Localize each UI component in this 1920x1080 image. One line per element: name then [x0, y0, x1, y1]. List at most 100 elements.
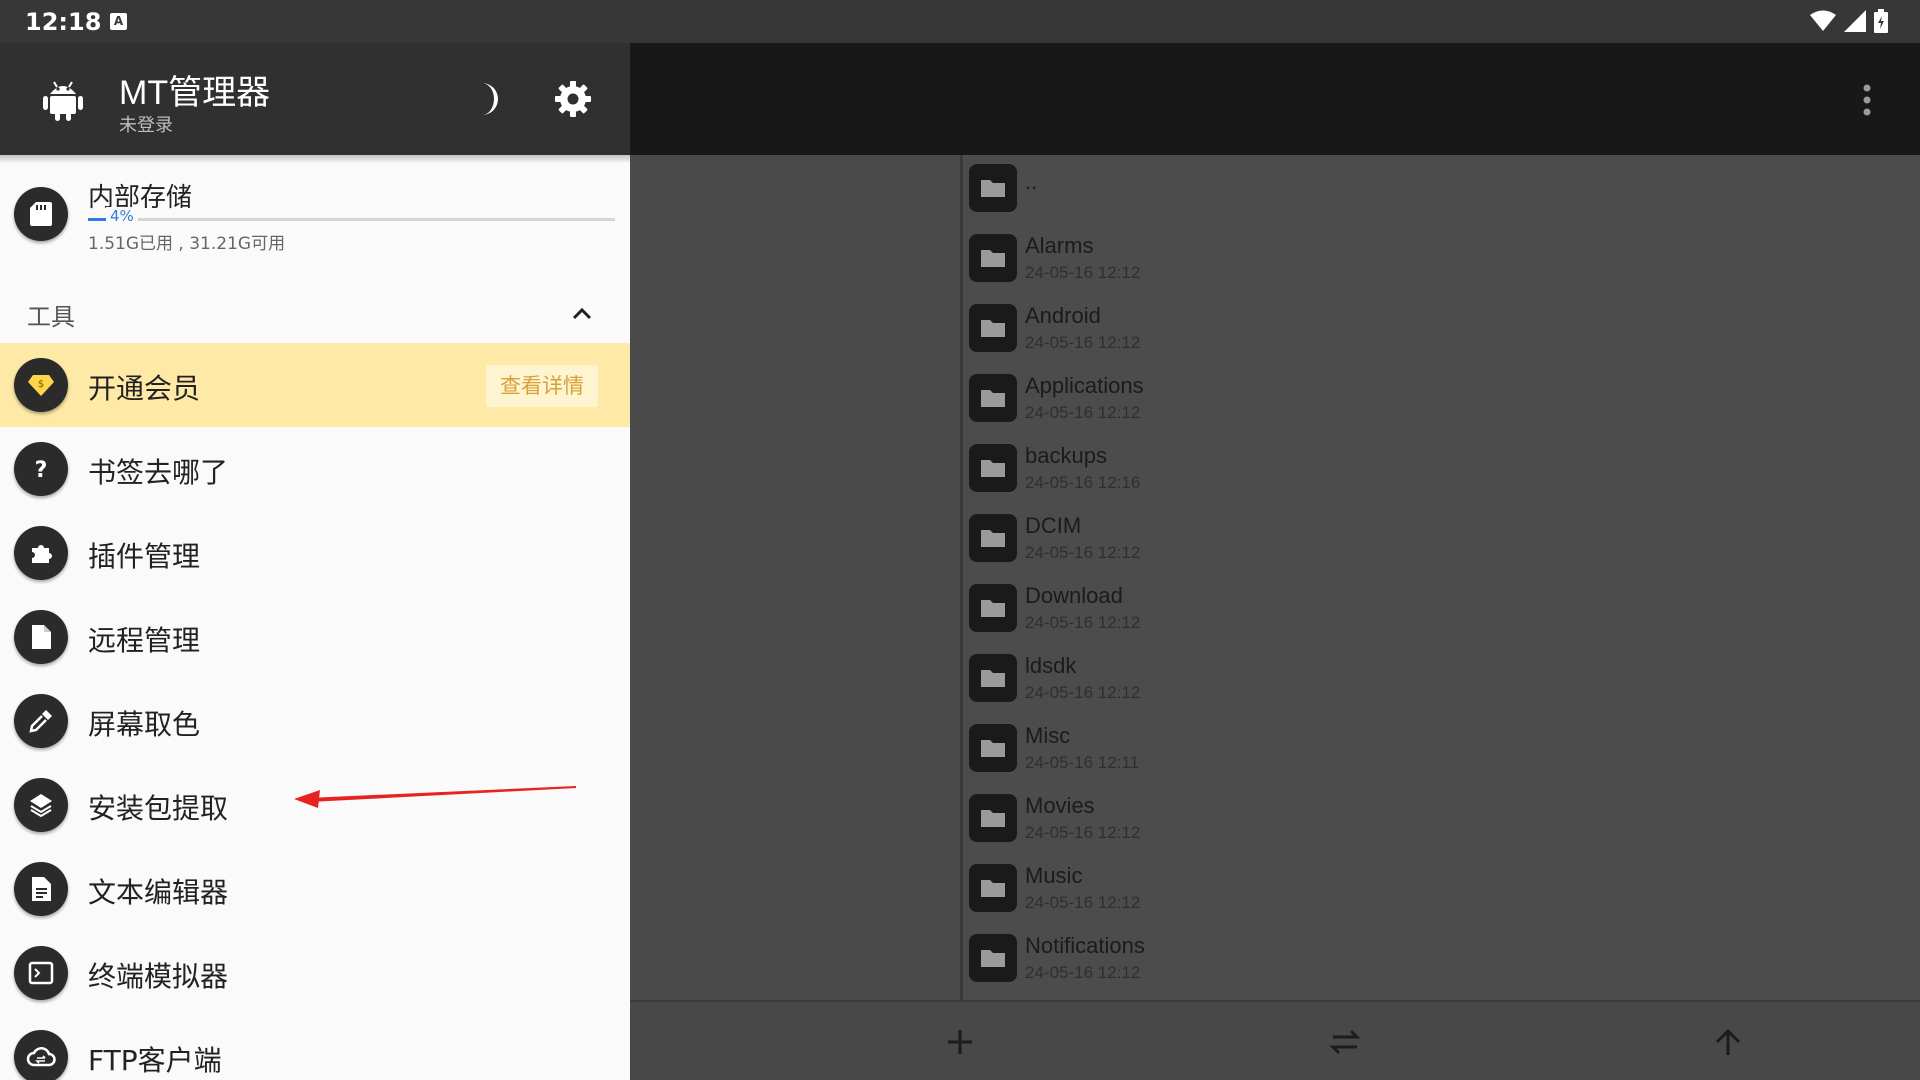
- file-name: Notifications: [1025, 933, 1145, 958]
- folder-icon: [969, 234, 1017, 282]
- file-name: ldsdk: [1025, 653, 1077, 678]
- main-app-bar: [630, 43, 1920, 155]
- notification-icon: A: [110, 13, 127, 30]
- file-name: Movies: [1025, 793, 1095, 818]
- menu-item[interactable]: 文本编辑器: [0, 847, 630, 931]
- tools-section-label: 工具: [27, 303, 75, 331]
- status-time: 12:18: [25, 8, 102, 36]
- file-row[interactable]: Applications 24-05-16 12:12: [963, 365, 1920, 435]
- arrow-up-icon: [1715, 1028, 1741, 1055]
- internal-storage-item[interactable]: 内部存储 4% 1.51G已用 , 31.21G可用: [0, 163, 630, 263]
- file-date: 24-05-16 12:12: [1025, 613, 1141, 632]
- file-date: 24-05-16 12:12: [1025, 543, 1141, 562]
- folder-icon: [969, 584, 1017, 632]
- tools-section-header[interactable]: 工具: [0, 283, 630, 343]
- storage-title: 内部存储: [88, 183, 193, 213]
- add-button[interactable]: [938, 1020, 982, 1064]
- file-row[interactable]: Android 24-05-16 12:12: [963, 295, 1920, 365]
- swap-icon: [1329, 1029, 1361, 1055]
- storage-usage: 1.51G已用 , 31.21G可用: [88, 234, 286, 254]
- right-file-pane[interactable]: .. Alarms 24-05-16 12:12 Android 24-05-16 12…: [963, 155, 1920, 1000]
- menu-item-label: FTP客户端: [88, 1044, 222, 1077]
- file-row[interactable]: Misc 24-05-16 12:11: [963, 715, 1920, 785]
- file-row[interactable]: ldsdk 24-05-16 12:12: [963, 645, 1920, 715]
- header-shadow: [0, 155, 630, 163]
- folder-icon: [969, 164, 1017, 212]
- menu-item-label: 安装包提取: [88, 792, 229, 825]
- folder-icon: [969, 304, 1017, 352]
- vip-diamond-icon: $: [14, 358, 68, 412]
- file-row[interactable]: Movies 24-05-16 12:12: [963, 785, 1920, 855]
- storage-progress-bar: [88, 218, 615, 221]
- file-row[interactable]: Alarms 24-05-16 12:12: [963, 225, 1920, 295]
- menu-item-label: 插件管理: [88, 540, 201, 573]
- file-name: Music: [1025, 863, 1083, 888]
- go-up-button[interactable]: [1706, 1020, 1750, 1064]
- moon-icon[interactable]: [470, 79, 510, 119]
- chevron-up-icon: [572, 307, 592, 320]
- wifi-icon: [1810, 10, 1836, 31]
- file-name: backups: [1025, 443, 1107, 468]
- file-date: 24-05-16 12:12: [1025, 403, 1141, 422]
- plus-icon: [948, 1030, 972, 1054]
- file-row[interactable]: DCIM 24-05-16 12:12: [963, 505, 1920, 575]
- puzzle-icon: [14, 526, 68, 580]
- storage-percent: 4%: [106, 207, 138, 225]
- menu-item-label: 开通会员: [88, 372, 201, 405]
- file-name: Download: [1025, 583, 1123, 608]
- file-row[interactable]: Notifications 24-05-16 12:12: [963, 925, 1920, 995]
- android-icon[interactable]: [40, 76, 86, 122]
- folder-icon: [969, 374, 1017, 422]
- menu-item[interactable]: FTP客户端: [0, 1015, 630, 1080]
- terminal-icon: [14, 946, 68, 1000]
- folder-icon: [969, 654, 1017, 702]
- menu-item[interactable]: $ 开通会员 查看详情: [0, 343, 630, 427]
- file-name: Alarms: [1025, 233, 1094, 258]
- view-details-button[interactable]: 查看详情: [486, 365, 598, 407]
- file-date: 24-05-16 12:12: [1025, 263, 1141, 282]
- file-row[interactable]: Download 24-05-16 12:12: [963, 575, 1920, 645]
- file-date: 24-05-16 12:12: [1025, 963, 1141, 982]
- login-status[interactable]: 未登录: [119, 111, 173, 137]
- left-file-pane[interactable]: [630, 155, 960, 1000]
- file-date: 24-05-16 12:16: [1025, 473, 1141, 492]
- file-name: Misc: [1025, 723, 1071, 748]
- swap-panes-button[interactable]: [1323, 1020, 1367, 1064]
- navigation-drawer: MT管理器 未登录 内部存储 4% 1.51G已用 , 31.21G可用 工具 …: [0, 43, 630, 1080]
- file-row[interactable]: ..: [963, 155, 1920, 225]
- file-date: 24-05-16 12:12: [1025, 893, 1141, 912]
- system-icons: [1810, 9, 1888, 33]
- document-icon: [14, 610, 68, 664]
- drawer-header: MT管理器 未登录: [0, 43, 630, 155]
- folder-icon: [969, 934, 1017, 982]
- signal-icon: [1844, 10, 1866, 32]
- menu-item[interactable]: 插件管理: [0, 511, 630, 595]
- folder-icon: [969, 864, 1017, 912]
- sd-card-icon: [14, 187, 68, 241]
- battery-icon: [1874, 9, 1888, 33]
- text-file-icon: [14, 862, 68, 916]
- menu-item[interactable]: 终端模拟器: [0, 931, 630, 1015]
- menu-item-label: 书签去哪了: [88, 456, 229, 489]
- menu-item-label: 文本编辑器: [88, 876, 229, 909]
- file-date: 24-05-16 12:11: [1025, 753, 1140, 772]
- menu-item[interactable]: 屏幕取色: [0, 679, 630, 763]
- more-vert-icon[interactable]: [1862, 83, 1872, 117]
- cloud-sync-icon: [14, 1030, 68, 1080]
- gear-icon[interactable]: [553, 79, 593, 119]
- layers-icon: [14, 778, 68, 832]
- file-date: 24-05-16 12:12: [1025, 823, 1141, 842]
- bottom-toolbar: [630, 1000, 1920, 1080]
- folder-icon: [969, 444, 1017, 492]
- menu-item[interactable]: 远程管理: [0, 595, 630, 679]
- file-row[interactable]: backups 24-05-16 12:16: [963, 435, 1920, 505]
- file-name: DCIM: [1025, 513, 1082, 538]
- eyedropper-icon: [14, 694, 68, 748]
- menu-item[interactable]: ? 书签去哪了: [0, 427, 630, 511]
- menu-item-label: 屏幕取色: [88, 708, 201, 741]
- svg-text:$: $: [38, 379, 44, 390]
- menu-item-label: 终端模拟器: [88, 960, 229, 993]
- folder-icon: [969, 794, 1017, 842]
- file-row[interactable]: Music 24-05-16 12:12: [963, 855, 1920, 925]
- status-bar: 12:18 A: [0, 0, 1920, 43]
